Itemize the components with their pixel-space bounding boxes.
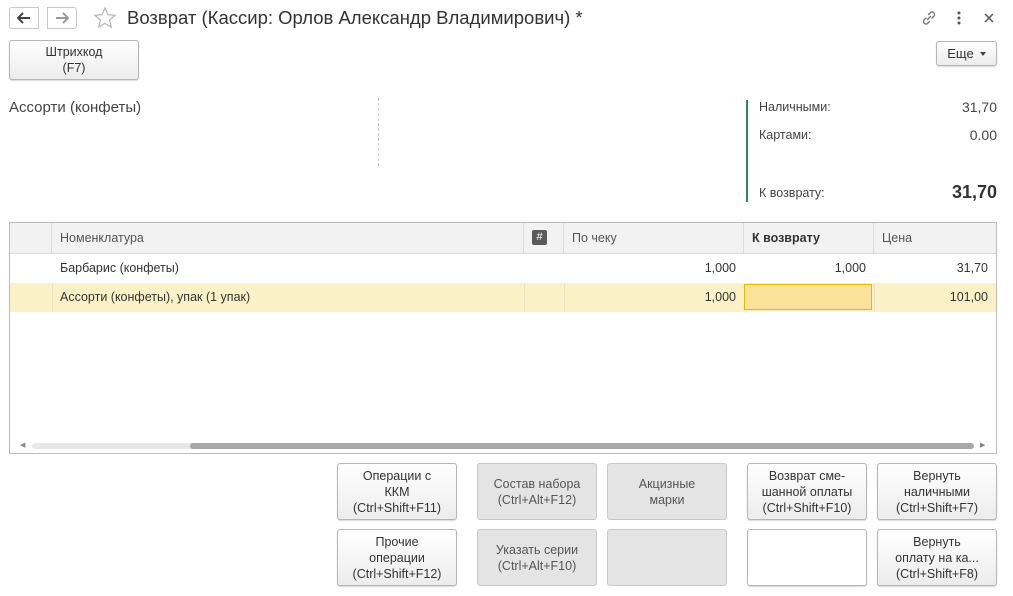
excise-marks-line1: Акцизные [638, 476, 696, 491]
mixed-payment-return-line1: Возврат сме- [768, 468, 846, 483]
other-operations-line2: операции [369, 550, 425, 565]
specify-series-line1: Указать серии [495, 542, 579, 557]
back-button[interactable] [9, 7, 39, 29]
kit-composition-button[interactable]: Состав набора (Ctrl+Alt+F12) [477, 463, 597, 520]
column-header-by-receipt[interactable]: По чеку [564, 223, 744, 254]
cell-price: 101,00 [949, 290, 988, 304]
mixed-payment-return-hotkey: (Ctrl+Shift+F10) [762, 500, 852, 515]
other-operations-button[interactable]: Прочие операции (Ctrl+Shift+F12) [337, 529, 457, 586]
return-card-payment-line2: оплату на ка... [895, 550, 979, 565]
excise-marks-button[interactable]: Акцизные марки [607, 463, 727, 520]
more-vertical-icon[interactable] [949, 8, 969, 28]
scrollbar-thumb[interactable] [190, 443, 974, 449]
to-return-edit-field[interactable] [744, 284, 872, 310]
mixed-payment-return-line2: шанной оплаты [761, 484, 853, 499]
items-table[interactable]: Номенклатура # По чеку К возврату Цена Б… [9, 222, 997, 454]
empty-action-button[interactable] [747, 529, 867, 586]
kkm-operations-hotkey: (Ctrl+Shift+F11) [353, 500, 441, 515]
column-header-name[interactable]: Номенклатура [52, 223, 524, 254]
kkm-operations-line1: Операции с [362, 468, 432, 483]
forward-arrow-icon [56, 12, 69, 24]
specify-series-button[interactable]: Указать серии (Ctrl+Alt+F10) [477, 529, 597, 586]
kit-composition-hotkey: (Ctrl+Alt+F12) [497, 492, 577, 507]
cash-label: Наличными: [759, 100, 831, 114]
total-label: К возврату: [759, 186, 825, 200]
cash-value: 31,70 [961, 99, 997, 115]
cards-label: Картами: [759, 128, 812, 142]
empty-action-button[interactable] [607, 529, 727, 586]
barcode-button-label: Штрихкод [45, 45, 103, 59]
column-header-price[interactable]: Цена [874, 223, 996, 254]
favorite-star-icon[interactable] [93, 6, 117, 30]
hash-icon: # [532, 230, 547, 245]
specify-series-hotkey: (Ctrl+Alt+F10) [497, 558, 577, 573]
horizontal-scrollbar[interactable]: ◀ ▶ [20, 441, 986, 450]
cell-name: Ассорти (конфеты), упак (1 упак) [60, 290, 251, 304]
return-cash-hotkey: (Ctrl+Shift+F7) [896, 500, 978, 515]
table-row[interactable]: Барбарис (конфеты) 1,000 1,000 31,70 [10, 254, 996, 283]
cell-price: 31,70 [956, 261, 988, 275]
more-button[interactable]: Еще [936, 41, 997, 66]
table-header: Номенклатура # По чеку К возврату Цена [10, 223, 996, 254]
kkm-operations-button[interactable]: Операции с ККМ (Ctrl+Shift+F11) [337, 463, 457, 520]
row-marker-header [10, 223, 52, 254]
cell-by-receipt: 1,000 [704, 290, 736, 304]
cell-name: Барбарис (конфеты) [60, 261, 179, 275]
other-operations-hotkey: (Ctrl+Shift+F12) [352, 566, 442, 581]
forward-button[interactable] [47, 7, 77, 29]
scroll-left-icon[interactable]: ◀ [20, 441, 25, 450]
scroll-right-icon[interactable]: ▶ [980, 441, 985, 450]
barcode-button-hotkey: (F7) [62, 61, 86, 75]
payment-accent-bar [746, 100, 748, 202]
chevron-down-icon [979, 51, 986, 56]
return-cash-button[interactable]: Вернуть наличными (Ctrl+Shift+F7) [877, 463, 997, 520]
return-card-payment-hotkey: (Ctrl+Shift+F8) [896, 566, 978, 581]
return-cash-line1: Вернуть [913, 468, 961, 483]
cell-to-return[interactable]: 1,000 [744, 254, 874, 283]
window-title: Возврат (Кассир: Орлов Александр Владими… [127, 7, 583, 28]
return-card-payment-line1: Вернуть [913, 534, 961, 549]
divider [378, 98, 379, 166]
kit-composition-line1: Состав набора [493, 476, 581, 491]
column-header-to-return[interactable]: К возврату [744, 223, 874, 254]
column-header-hash[interactable]: # [524, 223, 564, 254]
table-row-selected[interactable]: Ассорти (конфеты), упак (1 упак) 1,000 1… [10, 283, 996, 312]
back-arrow-icon [17, 12, 30, 24]
kkm-operations-line2: ККМ [384, 484, 410, 499]
more-button-label: Еще [947, 46, 974, 61]
cards-value: 0.00 [969, 127, 997, 143]
return-card-payment-button[interactable]: Вернуть оплату на ка... (Ctrl+Shift+F8) [877, 529, 997, 586]
current-product-label: Ассорти (конфеты) [9, 99, 142, 116]
mixed-payment-return-button[interactable]: Возврат сме- шанной оплаты (Ctrl+Shift+F… [747, 463, 867, 520]
close-icon[interactable] [979, 8, 999, 28]
barcode-button[interactable]: Штрихкод (F7) [9, 40, 139, 80]
link-icon[interactable] [919, 8, 939, 28]
excise-marks-line2: марки [649, 492, 685, 507]
cell-by-receipt: 1,000 [704, 261, 736, 275]
total-value: 31,70 [951, 182, 997, 202]
return-cash-line2: наличными [903, 484, 971, 499]
other-operations-line1: Прочие [375, 534, 419, 549]
